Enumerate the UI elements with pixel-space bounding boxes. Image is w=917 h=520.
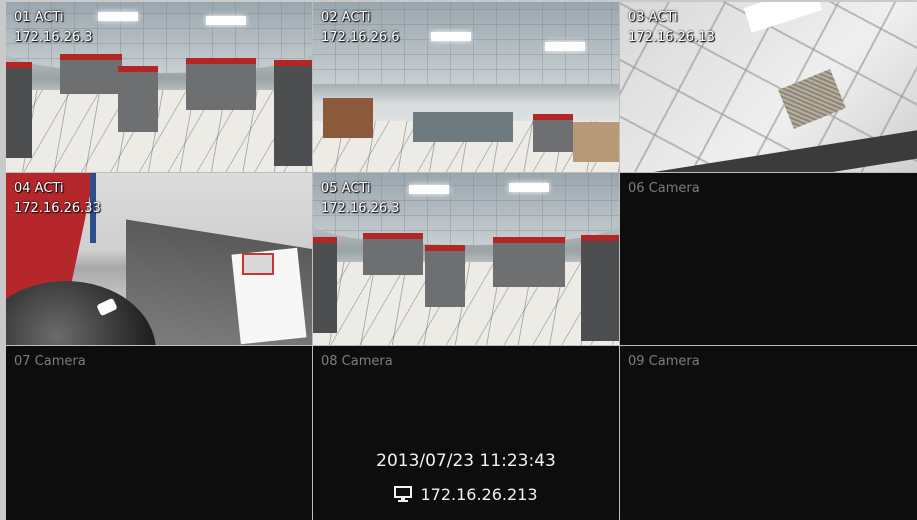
- camera-name: 01 ACTi: [14, 10, 64, 25]
- camera-name: 04 ACTi: [14, 181, 64, 196]
- host-ip-display: 172.16.26.213: [313, 484, 619, 508]
- camera-name: 06 Camera: [628, 181, 700, 196]
- camera-tile-06[interactable]: 06 Camera: [620, 173, 917, 345]
- camera-tile-09[interactable]: 09 Camera: [620, 346, 917, 520]
- host-ip: 172.16.26.213: [420, 485, 538, 504]
- camera-label-07: 07 Camera: [14, 352, 86, 372]
- camera-tile-01[interactable]: 01 ACTi 172.16.26.3: [6, 2, 312, 172]
- camera-tile-05[interactable]: 05 ACTi 172.16.26.3: [313, 173, 619, 345]
- camera-label-01: 01 ACTi 172.16.26.3: [14, 8, 93, 48]
- camera-name: 08 Camera: [321, 354, 393, 369]
- camera-name: 09 Camera: [628, 354, 700, 369]
- camera-tile-02[interactable]: 02 ACTi 172.16.26.6: [313, 2, 619, 172]
- camera-label-03: 03 ACTi 172.16.26.13: [628, 8, 715, 48]
- camera-label-09: 09 Camera: [628, 352, 700, 372]
- camera-ip: 172.16.26.3: [321, 201, 400, 216]
- camera-ip: 172.16.26.3: [14, 30, 93, 45]
- datetime-display: 2013/07/23 11:23:43: [376, 451, 556, 471]
- camera-label-05: 05 ACTi 172.16.26.3: [321, 179, 400, 219]
- camera-ip: 172.16.26.13: [628, 30, 715, 45]
- camera-name: 02 ACTi: [321, 10, 371, 25]
- camera-label-04: 04 ACTi 172.16.26.33: [14, 179, 101, 219]
- camera-label-02: 02 ACTi 172.16.26.6: [321, 8, 400, 48]
- camera-name: 03 ACTi: [628, 10, 678, 25]
- camera-label-06: 06 Camera: [628, 179, 700, 199]
- camera-tile-04[interactable]: 04 ACTi 172.16.26.33: [6, 173, 312, 345]
- camera-tile-03[interactable]: 03 ACTi 172.16.26.13: [620, 2, 917, 172]
- monitor-icon: [394, 486, 413, 508]
- camera-ip: 172.16.26.33: [14, 201, 101, 216]
- camera-tile-07[interactable]: 07 Camera: [6, 346, 312, 520]
- camera-name: 05 ACTi: [321, 181, 371, 196]
- camera-name: 07 Camera: [14, 354, 86, 369]
- camera-grid: 01 ACTi 172.16.26.3 02 ACTi 172.16.26.6: [6, 2, 917, 520]
- camera-ip: 172.16.26.6: [321, 30, 400, 45]
- camera-label-08: 08 Camera: [321, 352, 393, 372]
